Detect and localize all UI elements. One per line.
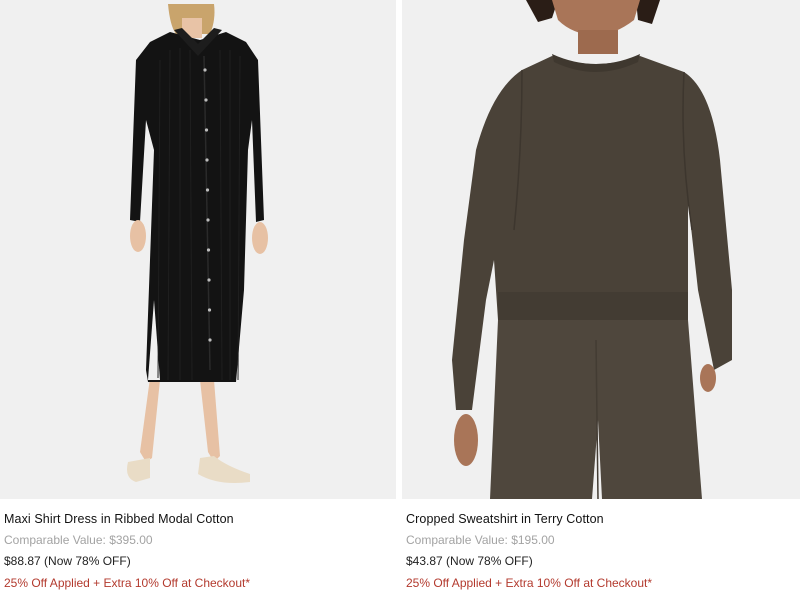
promo-text: 25% Off Applied + Extra 10% Off at Check… xyxy=(406,576,653,590)
comparable-amount: $395.00 xyxy=(109,533,153,547)
product-title[interactable]: Cropped Sweatshirt in Terry Cotton xyxy=(406,512,800,527)
comparable-value: Comparable Value: $195.00 xyxy=(406,533,800,547)
sale-price: $88.87 (Now 78% OFF) xyxy=(4,554,131,568)
product-info-dress: Maxi Shirt Dress in Ribbed Modal Cotton … xyxy=(0,512,396,590)
dress-photo-illustration xyxy=(0,0,396,499)
comparable-label: Comparable Value: xyxy=(4,533,106,547)
comparable-value: Comparable Value: $395.00 xyxy=(4,533,396,547)
product-grid: Maxi Shirt Dress in Ribbed Modal Cotton … xyxy=(0,0,800,593)
product-card-sweatshirt[interactable]: Cropped Sweatshirt in Terry Cotton Compa… xyxy=(402,0,800,590)
sweatshirt-photo-illustration xyxy=(402,0,800,499)
product-image-dress[interactable] xyxy=(0,0,396,499)
product-info-sweatshirt: Cropped Sweatshirt in Terry Cotton Compa… xyxy=(402,512,800,590)
sale-price: $43.87 (Now 78% OFF) xyxy=(406,554,533,568)
comparable-label: Comparable Value: xyxy=(406,533,508,547)
product-card-dress[interactable]: Maxi Shirt Dress in Ribbed Modal Cotton … xyxy=(0,0,396,590)
product-image-sweatshirt[interactable] xyxy=(402,0,800,499)
promo-text: 25% Off Applied + Extra 10% Off at Check… xyxy=(4,576,251,590)
comparable-amount: $195.00 xyxy=(511,533,555,547)
product-title[interactable]: Maxi Shirt Dress in Ribbed Modal Cotton xyxy=(4,512,396,527)
